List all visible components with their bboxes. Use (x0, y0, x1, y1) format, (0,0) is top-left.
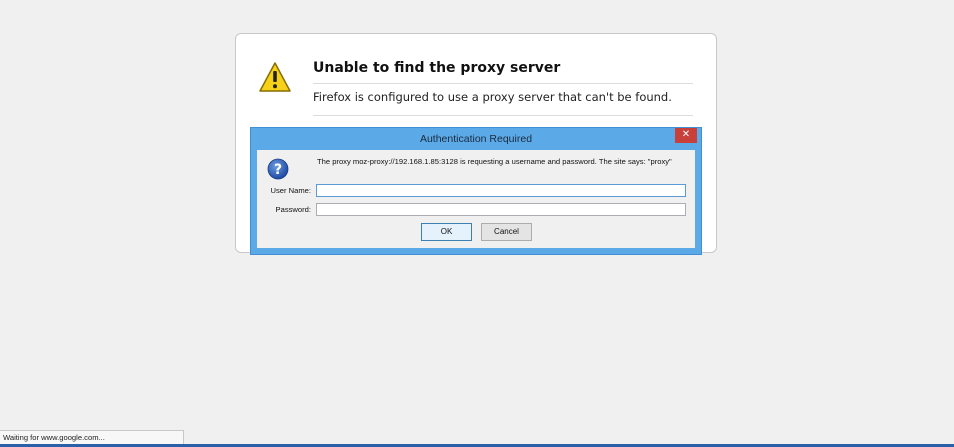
warning-icon (259, 62, 291, 92)
cancel-button[interactable]: Cancel (481, 223, 532, 241)
status-text: Waiting for www.google.com... (3, 433, 105, 442)
browser-content-area: Unable to find the proxy server Firefox … (0, 0, 954, 447)
svg-text:?: ? (274, 162, 282, 178)
auth-message: The proxy moz-proxy://192.168.1.85:3128 … (317, 157, 672, 166)
error-description: Firefox is configured to use a proxy ser… (313, 90, 693, 116)
status-bar: Waiting for www.google.com... (0, 430, 184, 444)
password-input[interactable] (316, 203, 686, 216)
dialog-titlebar[interactable]: Authentication Required ✕ (251, 128, 701, 150)
close-button[interactable]: ✕ (675, 128, 697, 143)
dialog-body: ? The proxy moz-proxy://192.168.1.85:312… (257, 150, 695, 248)
error-title: Unable to find the proxy server (313, 60, 693, 84)
username-label: User Name: (270, 186, 311, 195)
username-input[interactable] (316, 184, 686, 197)
password-label: Password: (275, 205, 311, 214)
question-icon: ? (267, 158, 289, 180)
authentication-dialog: Authentication Required ✕ ? The proxy mo… (250, 127, 702, 255)
dialog-title: Authentication Required (419, 133, 533, 145)
ok-button[interactable]: OK (421, 223, 472, 241)
